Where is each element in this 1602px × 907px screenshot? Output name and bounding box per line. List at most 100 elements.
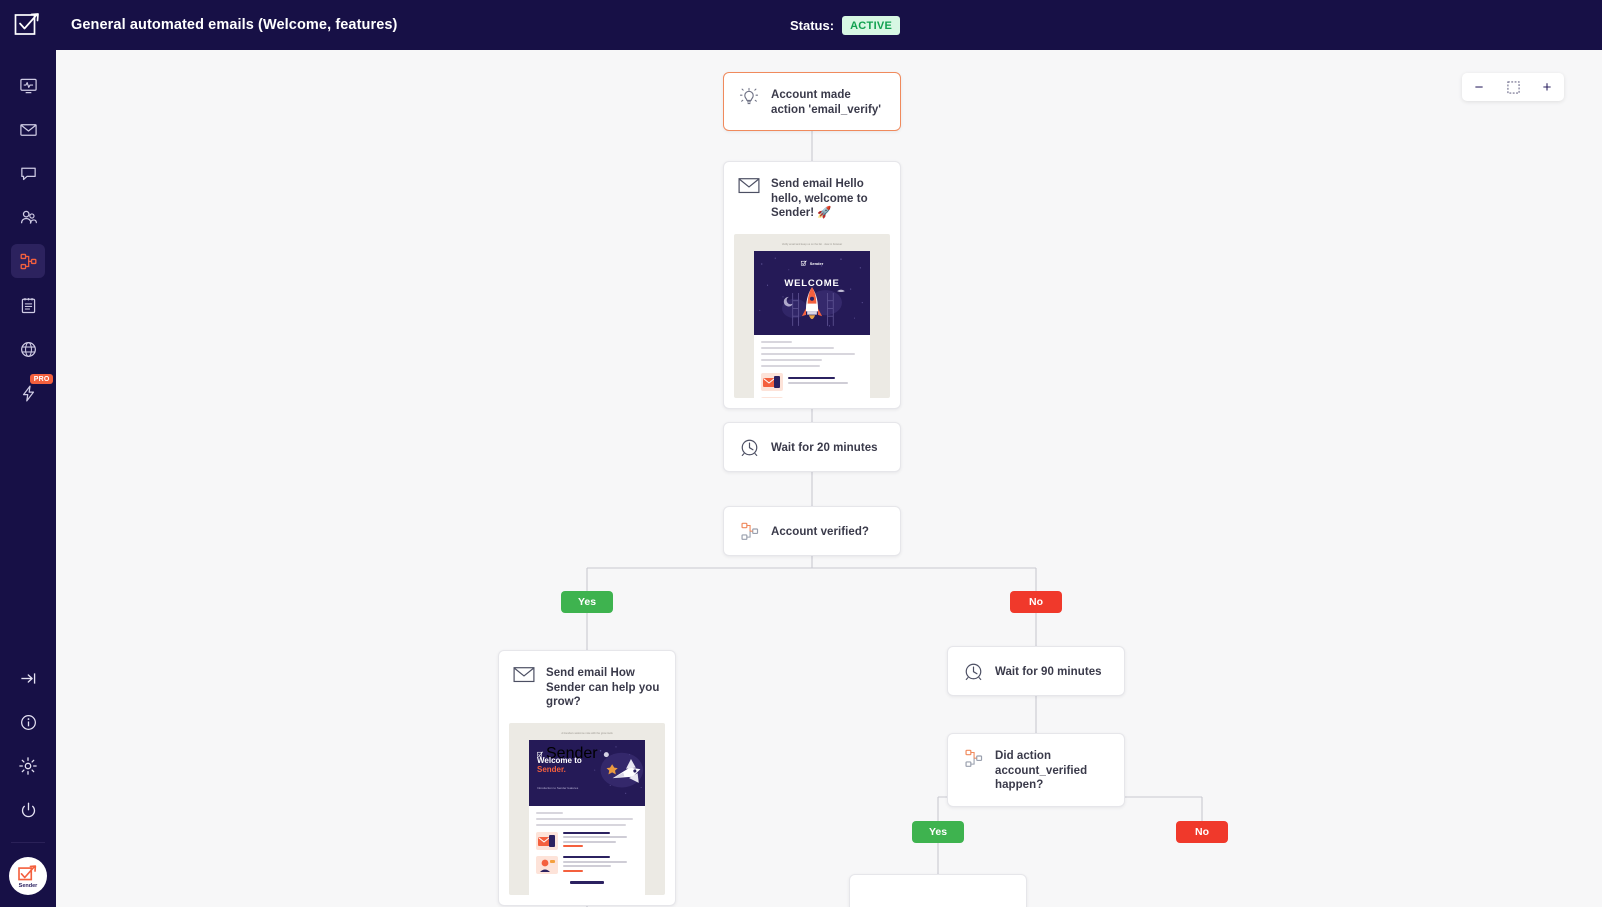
- sidebar-item-automation[interactable]: [11, 244, 45, 278]
- zoom-controls: − +: [1462, 73, 1564, 101]
- sidebar-item-dashboard[interactable]: [11, 68, 45, 102]
- arrow-to-line-icon: [19, 669, 38, 688]
- branch-split-icon: [962, 747, 984, 769]
- power-icon: [19, 801, 38, 820]
- email-feature-row: [536, 855, 638, 875]
- zoom-in-button[interactable]: +: [1530, 73, 1564, 101]
- status-label: Status:: [790, 17, 835, 33]
- email-sheet: Sender Welcome to Sender. Introduction t…: [529, 740, 645, 896]
- sidebar-settings-button[interactable]: [11, 749, 45, 783]
- envelope-icon: [19, 120, 38, 139]
- email-body: [529, 806, 645, 884]
- sender-avatar-label: Sender: [18, 882, 38, 889]
- flow-node-condition-account-verified[interactable]: Account verified?: [723, 506, 901, 556]
- sender-avatar[interactable]: Sender: [9, 857, 47, 895]
- top-bar: General automated emails (Welcome, featu…: [0, 0, 1602, 50]
- flow-node-condition-action-happened-title: Did action account_verified happen?: [995, 750, 1088, 792]
- automation-flow-icon: [19, 252, 38, 271]
- email-hero-sub: Introduction to Sender features: [537, 786, 579, 791]
- branch-pill-yes-1[interactable]: Yes: [561, 591, 613, 613]
- flow-node-trigger[interactable]: Account made action 'email_verify': [723, 72, 901, 132]
- step-thumb-icon: [761, 372, 783, 391]
- lightbulb-icon: [738, 86, 760, 107]
- main-sidebar: PRO Sender: [0, 50, 56, 907]
- sidebar-item-audience[interactable]: [11, 200, 45, 234]
- email-brand-name: Sender: [809, 260, 824, 266]
- flow-node-condition-account-verified-title: Account verified?: [771, 525, 869, 538]
- clipboard-list-icon: [19, 296, 38, 315]
- feature-thumb-icon: [536, 856, 558, 875]
- clock-icon: [738, 436, 760, 458]
- branch-pill-yes-2[interactable]: Yes: [912, 821, 964, 843]
- pro-badge: PRO: [30, 374, 53, 384]
- email-body-line: [761, 353, 855, 356]
- email-feature-row: [536, 831, 638, 850]
- sidebar-help-button[interactable]: [11, 705, 45, 739]
- zoom-out-button[interactable]: −: [1462, 73, 1496, 101]
- sidebar-item-forms[interactable]: [11, 288, 45, 322]
- branch-pill-no-2[interactable]: No: [1176, 821, 1228, 843]
- monitor-pulse-icon: [19, 76, 38, 95]
- branch-split-icon: [738, 520, 760, 542]
- lightning-bolt-icon: [19, 384, 38, 403]
- email-step-row: [761, 372, 863, 391]
- email-preview-welcome[interactable]: Verify email and keep us on the list · v…: [734, 234, 890, 399]
- flow-node-wait-20[interactable]: Wait for 20 minutes: [723, 422, 901, 472]
- status-group: Status: ACTIVE: [790, 0, 901, 50]
- step-text: [788, 376, 863, 386]
- email-body-line: [536, 812, 563, 815]
- globe-icon: [19, 340, 38, 359]
- feature-thumb-icon: [536, 831, 558, 850]
- email-hero-heading: WELCOME: [784, 278, 840, 290]
- feature-text: [563, 831, 638, 850]
- flow-node-wait-90[interactable]: Wait for 90 minutes: [947, 646, 1125, 696]
- sidebar-item-website[interactable]: [11, 332, 45, 366]
- flow-node-email-welcome-title: Send email Hello hello, welcome to Sende…: [771, 178, 868, 220]
- email-preheader: Verify email and keep us on the list · v…: [781, 243, 843, 247]
- page-title: General automated emails (Welcome, featu…: [71, 17, 398, 33]
- sidebar-item-messages[interactable]: [11, 156, 45, 190]
- flow-node-email-grow-title: Send email How Sender can help you grow?: [546, 667, 660, 709]
- clock-icon: [962, 660, 984, 682]
- email-section-title: [569, 881, 605, 884]
- gear-icon: [18, 756, 38, 776]
- flow-node-email-welcome[interactable]: Send email Hello hello, welcome to Sende…: [723, 161, 901, 410]
- email-body-line: [761, 358, 823, 361]
- flow-node-condition-action-happened[interactable]: Did action account_verified happen?: [947, 733, 1125, 808]
- email-hero-grow: Sender Welcome to Sender. Introduction t…: [529, 740, 645, 807]
- email-body-line: [761, 341, 792, 344]
- branch-pill-no-1[interactable]: No: [1010, 591, 1062, 613]
- email-hero-welcome: Sender WELCOME: [754, 251, 870, 336]
- flow-canvas[interactable]: − + Account made action 'email_verify' S…: [56, 50, 1602, 907]
- sidebar-item-campaigns[interactable]: [11, 112, 45, 146]
- step-thumb-icon: [761, 396, 783, 399]
- sidebar-collapse-button[interactable]: [11, 661, 45, 695]
- email-body-line: [761, 347, 835, 350]
- automation-editor-screen: General automated emails (Welcome, featu…: [0, 0, 1602, 907]
- email-brand-logo: Sender: [800, 260, 824, 266]
- flow-node-next-partial[interactable]: [849, 874, 1027, 907]
- sidebar-divider: [11, 842, 45, 843]
- email-hero-heading-grow: Welcome to Sender.: [537, 756, 582, 775]
- email-preheader: A founders welcome note with the grow to…: [561, 732, 613, 736]
- sidebar-logout-button[interactable]: [11, 793, 45, 827]
- flow-node-wait-20-title: Wait for 20 minutes: [771, 441, 878, 454]
- flow-node-email-grow[interactable]: Send email How Sender can help you grow?…: [498, 650, 676, 907]
- email-body-line: [536, 823, 626, 826]
- app-logo-icon[interactable]: [0, 0, 56, 50]
- users-icon: [19, 208, 38, 227]
- feature-text: [563, 855, 638, 874]
- status-badge[interactable]: ACTIVE: [842, 15, 901, 35]
- email-body-line: [536, 818, 633, 821]
- chat-bubble-icon: [19, 164, 38, 183]
- email-sheet: Sender WELCOME: [754, 251, 870, 399]
- flow-node-wait-90-title: Wait for 90 minutes: [995, 665, 1102, 678]
- envelope-icon: [513, 664, 535, 684]
- fit-to-screen-button[interactable]: [1496, 73, 1530, 101]
- envelope-icon: [738, 175, 760, 195]
- email-body: [754, 335, 870, 399]
- email-body-line: [761, 364, 821, 367]
- info-circle-icon: [19, 713, 38, 732]
- email-preview-grow[interactable]: A founders welcome note with the grow to…: [509, 723, 665, 896]
- sidebar-item-upgrade[interactable]: PRO: [11, 374, 53, 410]
